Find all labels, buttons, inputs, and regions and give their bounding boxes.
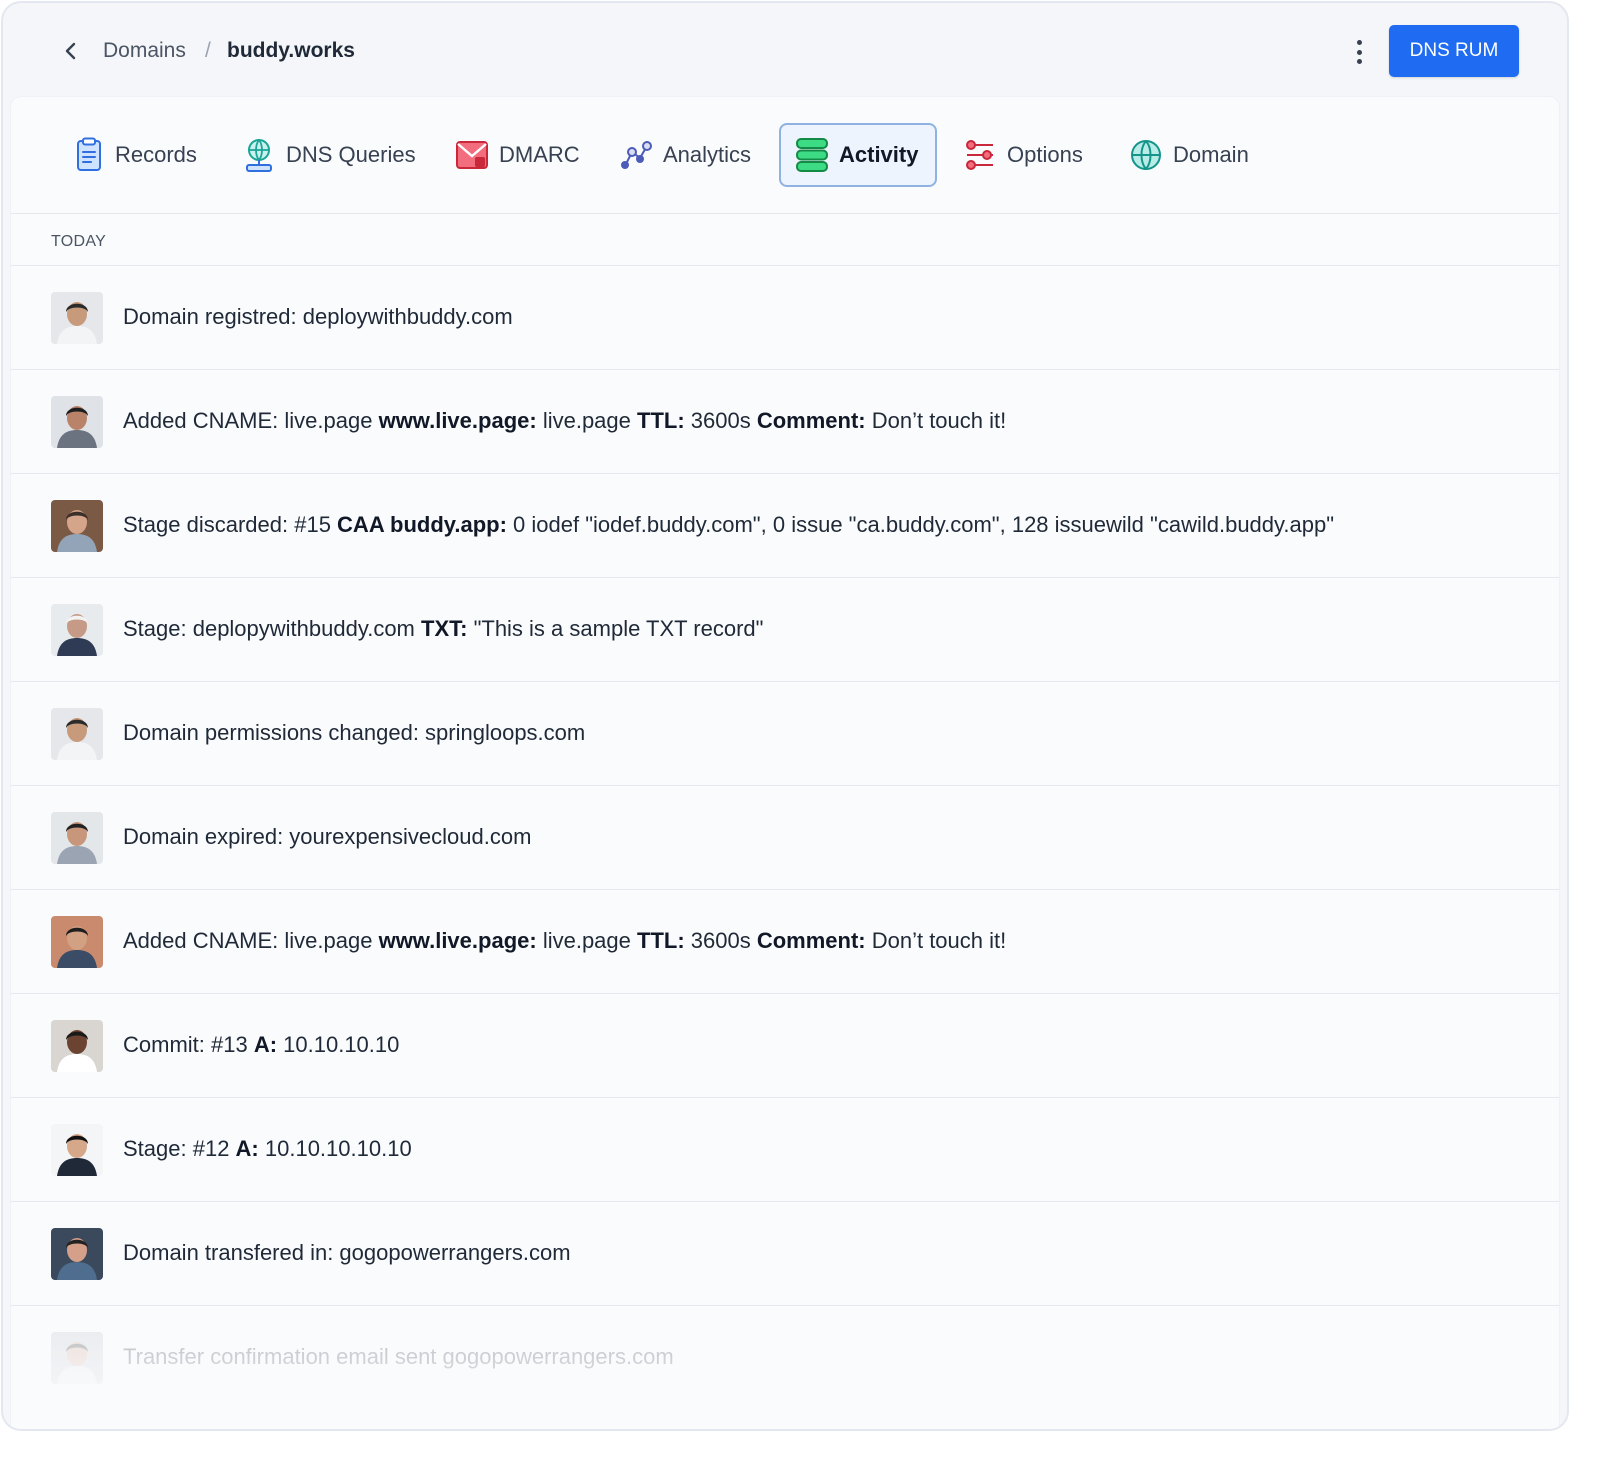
activity-text-part: Added CNAME: live.page (123, 408, 379, 433)
avatar (51, 500, 103, 552)
activity-text: Transfer confirmation email sent gogopow… (123, 1344, 674, 1370)
activity-row: Domain transfered in: gogopowerrangers.c… (11, 1202, 1559, 1306)
domain-icon (1131, 140, 1161, 170)
activity-text-part: Don’t touch it! (865, 408, 1007, 433)
activity-row: Domain expired: yourexpensivecloud.com (11, 786, 1559, 890)
activity-row: Domain registred: deploywithbuddy.com (11, 266, 1559, 370)
activity-row: Added CNAME: live.page www.live.page: li… (11, 370, 1559, 474)
activity-text-part: Stage: deplopywithbuddy.com (123, 616, 421, 641)
records-icon (77, 137, 101, 171)
activity-text-part: Commit: #13 (123, 1032, 254, 1057)
activity-text: Stage: deplopywithbuddy.com TXT: "This i… (123, 616, 763, 642)
tab-dns-queries[interactable]: DNS Queries (226, 123, 432, 187)
dns-queries-icon (246, 139, 272, 172)
section-label-today: TODAY (51, 233, 107, 250)
activity-text-strong: TXT: (421, 616, 468, 641)
avatar (51, 292, 103, 344)
avatar (51, 1124, 103, 1176)
tab-label: DNS Queries (286, 142, 416, 167)
tab-label: Analytics (663, 142, 752, 167)
activity-icon (796, 138, 828, 172)
activity-text-part: live.page (536, 408, 637, 433)
activity-text: Added CNAME: live.page www.live.page: li… (123, 408, 1006, 434)
chevron-left-icon (65, 42, 76, 60)
activity-text-part: deploywithbuddy.com (302, 304, 513, 329)
activity-text: Domain registred: deploywithbuddy.com (123, 304, 513, 330)
tab-label: Activity (839, 142, 919, 167)
avatar (51, 708, 103, 760)
activity-text-strong: www.live.page: (378, 408, 537, 433)
activity-text-part: Domain permissions changed: springloops.… (123, 720, 586, 745)
activity-text-part: 3600s (684, 928, 757, 953)
activity-text-strong: Comment: (756, 928, 866, 953)
more-options-icon[interactable] (1346, 37, 1372, 67)
activity-row: Transfer confirmation email sent gogopow… (11, 1306, 1559, 1409)
app-window: Domains / buddy.works DNS RUM Records DN… (1, 1, 1569, 1431)
activity-text: Stage: #12 A: 10.10.10.10.10 (123, 1136, 412, 1162)
avatar (51, 396, 103, 448)
tab-label: Options (1007, 142, 1083, 167)
activity-text: Domain transfered in: gogopowerrangers.c… (123, 1240, 571, 1266)
activity-text-strong: TTL: (637, 408, 685, 433)
activity-row: Stage: deplopywithbuddy.com TXT: "This i… (11, 578, 1559, 682)
back-button[interactable] (59, 39, 83, 63)
activity-text-part: "This is a sample TXT record" (467, 616, 764, 641)
dmarc-icon (456, 141, 488, 169)
avatar (51, 916, 103, 968)
avatar (51, 1020, 103, 1072)
activity-text-part: Domain transfered in: gogopowerrangers.c… (123, 1240, 571, 1265)
tab-label: Domain (1173, 142, 1249, 167)
activity-text-part: Domain expired: yourexpensivecloud.com (123, 824, 532, 849)
tab-records[interactable]: Records (57, 123, 213, 187)
activity-row: Commit: #13 A: 10.10.10.10 (11, 994, 1559, 1098)
activity-text-part: Stage discarded: #15 (123, 512, 338, 537)
activity-text-strong: TTL: (637, 928, 685, 953)
activity-row: Stage: #12 A: 10.10.10.10.10 (11, 1098, 1559, 1202)
tab-options[interactable]: Options (947, 123, 1099, 187)
tab-label: DMARC (499, 142, 580, 167)
tab-analytics[interactable]: Analytics (603, 123, 767, 187)
avatar (51, 812, 103, 864)
activity-text-part: Transfer confirmation email sent gogopow… (123, 1344, 674, 1369)
activity-text-part: 10.10.10.10.10 (258, 1136, 412, 1161)
avatar (51, 604, 103, 656)
avatar (51, 1332, 103, 1384)
tab-bar: Records DNS Queries DMARC Analytics Acti… (11, 97, 1559, 214)
dns-rum-button[interactable]: DNS RUM (1389, 25, 1519, 77)
tab-activity[interactable]: Activity (779, 123, 937, 187)
activity-text: Domain expired: yourexpensivecloud.com (123, 824, 531, 850)
activity-text-strong: A: (253, 1032, 278, 1057)
activity-text-part: 3600s (684, 408, 757, 433)
activity-text-part: Don’t touch it! (865, 928, 1007, 953)
activity-text: Commit: #13 A: 10.10.10.10 (123, 1032, 399, 1058)
activity-text-part: live.page (536, 928, 637, 953)
activity-text-part: 10.10.10.10 (277, 1032, 400, 1057)
activity-panel: Records DNS Queries DMARC Analytics Acti… (11, 97, 1559, 1429)
breadcrumb-domains-link[interactable]: Domains (103, 39, 186, 63)
breadcrumb-separator: / (205, 39, 211, 62)
activity-text-part: Domain registred: (123, 304, 303, 329)
activity-text-strong: CAA buddy.app: (337, 512, 507, 537)
activity-text: Domain permissions changed: springloops.… (123, 720, 585, 746)
activity-text-part: Stage: #12 (123, 1136, 236, 1161)
activity-text: Added CNAME: live.page www.live.page: li… (123, 928, 1006, 954)
tab-label: Records (115, 142, 197, 167)
avatar (51, 1228, 103, 1280)
activity-row: Domain permissions changed: springloops.… (11, 682, 1559, 786)
activity-text: Stage discarded: #15 CAA buddy.app: 0 io… (123, 512, 1334, 538)
options-icon (966, 140, 993, 170)
page-header: Domains / buddy.works DNS RUM (3, 3, 1567, 99)
activity-text-part: Added CNAME: live.page (123, 928, 379, 953)
activity-text-strong: Comment: (756, 408, 866, 433)
tab-domain[interactable]: Domain (1113, 123, 1265, 187)
activity-row: Added CNAME: live.page www.live.page: li… (11, 890, 1559, 994)
breadcrumb-current: buddy.works (227, 39, 355, 62)
tab-dmarc[interactable]: DMARC (439, 123, 596, 187)
activity-text-part: 0 iodef "iodef.buddy.com", 0 issue "ca.b… (506, 512, 1335, 537)
activity-row: Stage discarded: #15 CAA buddy.app: 0 io… (11, 474, 1559, 578)
activity-list: Domain registred: deploywithbuddy.com Add… (11, 266, 1559, 1409)
analytics-icon (621, 141, 652, 169)
activity-text-strong: A: (235, 1136, 259, 1161)
activity-text-strong: www.live.page: (378, 928, 537, 953)
